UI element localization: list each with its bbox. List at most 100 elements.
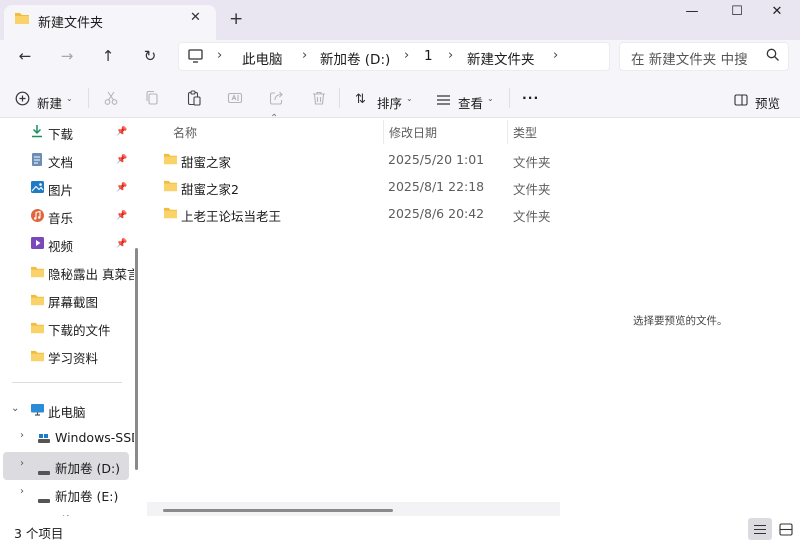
back-button[interactable]: ← bbox=[13, 47, 37, 67]
close-tab-icon[interactable]: ✕ bbox=[190, 10, 201, 25]
sidebar-item-windows-ssd[interactable]: › Windows-SSD bbox=[0, 424, 134, 452]
sidebar-item-label: 下载的文件 bbox=[48, 323, 111, 338]
paste-icon[interactable] bbox=[186, 90, 202, 109]
search-icon[interactable] bbox=[766, 48, 780, 65]
divider bbox=[509, 88, 510, 108]
sidebar-item-label: 图片 bbox=[48, 183, 74, 198]
pin-icon: 📌 bbox=[116, 183, 128, 193]
chevron-right-icon[interactable]: › bbox=[20, 430, 24, 441]
column-header-name[interactable]: 名称 bbox=[173, 124, 197, 141]
breadcrumb-separator[interactable]: › bbox=[553, 48, 558, 63]
more-button[interactable]: ··· bbox=[522, 90, 539, 105]
new-icon bbox=[15, 91, 30, 109]
close-window-button[interactable]: ✕ bbox=[765, 4, 789, 24]
chevron-down-icon[interactable]: ⌄ bbox=[406, 94, 413, 103]
preview-message: 选择要预览的文件。 bbox=[633, 315, 728, 327]
table-row[interactable]: 甜蜜之家 2025/5/20 1:01 文件夹 bbox=[150, 146, 560, 172]
sidebar-item-documents[interactable]: 文档 📌 bbox=[8, 146, 134, 174]
search-input[interactable]: 在 新建文件夹 中搜 bbox=[631, 48, 748, 68]
view-icon bbox=[436, 94, 451, 109]
sidebar-item-this-pc[interactable]: ⌄ 此电脑 bbox=[0, 396, 134, 424]
status-bar bbox=[0, 516, 800, 543]
file-name: 甜蜜之家 bbox=[181, 155, 232, 170]
sidebar-item-music[interactable]: 音乐 📌 bbox=[8, 202, 134, 230]
file-type: 文件夹 bbox=[513, 155, 551, 170]
pin-icon: 📌 bbox=[116, 127, 128, 137]
breadcrumb-this-pc[interactable]: 此电脑 bbox=[242, 48, 283, 68]
chevron-right-icon[interactable]: › bbox=[20, 458, 24, 469]
breadcrumb-separator: › bbox=[404, 48, 410, 63]
sidebar-item-study[interactable]: 学习资料 bbox=[8, 342, 134, 370]
sidebar-item-drive-e[interactable]: › 新加卷 (E:) bbox=[0, 480, 134, 508]
sidebar-item-pictures[interactable]: 图片 📌 bbox=[8, 174, 134, 202]
drive-icon bbox=[37, 432, 51, 447]
table-row[interactable]: 上老王论坛当老王 2025/8/6 20:42 文件夹 bbox=[150, 200, 560, 226]
minimize-button[interactable]: — bbox=[680, 4, 704, 24]
new-tab-button[interactable]: + bbox=[229, 9, 243, 29]
refresh-button[interactable]: ↻ bbox=[138, 47, 162, 67]
sidebar-item-downloaded-files[interactable]: 下载的文件 bbox=[8, 314, 134, 342]
column-header-date[interactable]: 修改日期 bbox=[389, 124, 437, 141]
video-icon bbox=[30, 236, 45, 253]
rename-icon[interactable] bbox=[227, 90, 243, 109]
forward-button[interactable]: → bbox=[55, 47, 79, 67]
picture-icon bbox=[30, 180, 45, 197]
music-icon bbox=[30, 208, 45, 226]
sidebar-item-label: 音乐 bbox=[48, 211, 74, 226]
share-icon[interactable] bbox=[269, 90, 285, 109]
breadcrumb-current[interactable]: 新建文件夹 bbox=[467, 48, 535, 68]
tiles-view-button[interactable] bbox=[774, 518, 798, 540]
sidebar-item-label: Windows-SSD bbox=[55, 430, 134, 445]
file-name: 上老王论坛当老王 bbox=[181, 209, 282, 224]
file-date: 2025/8/6 20:42 bbox=[388, 206, 485, 221]
sidebar-item-label: 文档 bbox=[48, 155, 74, 170]
maximize-button[interactable]: ☐ bbox=[725, 4, 749, 24]
document-icon bbox=[30, 152, 44, 170]
chevron-down-icon[interactable]: ⌄ bbox=[11, 403, 19, 414]
pin-icon: 📌 bbox=[116, 211, 128, 221]
chevron-down-icon[interactable]: ⌄ bbox=[487, 94, 494, 103]
sort-button[interactable]: 排序 bbox=[377, 93, 402, 112]
sidebar-item-network[interactable]: 网络 bbox=[0, 508, 134, 516]
column-divider[interactable] bbox=[383, 120, 384, 144]
tab-current[interactable] bbox=[4, 5, 216, 40]
folder-icon bbox=[14, 11, 30, 28]
sidebar-item-label: 屏幕截图 bbox=[48, 295, 99, 310]
breadcrumb-separator: › bbox=[302, 48, 308, 63]
chevron-down-icon[interactable]: ⌄ bbox=[66, 94, 73, 103]
copy-icon[interactable] bbox=[144, 90, 160, 109]
sidebar-scrollbar[interactable] bbox=[135, 248, 138, 470]
column-divider[interactable] bbox=[507, 120, 508, 144]
up-button[interactable]: ↑ bbox=[96, 47, 120, 67]
chevron-right-icon[interactable]: › bbox=[20, 486, 24, 497]
delete-icon[interactable] bbox=[311, 90, 327, 109]
folder-icon bbox=[163, 206, 178, 222]
monitor-icon bbox=[30, 403, 45, 419]
sidebar-item-downloads[interactable]: 下载 📌 bbox=[8, 118, 134, 146]
divider bbox=[88, 88, 89, 108]
breadcrumb-folder-1[interactable]: 1 bbox=[424, 48, 433, 64]
sidebar-item-drive-d[interactable]: › 新加卷 (D:) bbox=[3, 452, 129, 480]
view-button[interactable]: 查看 bbox=[458, 93, 483, 112]
horizontal-scrollbar[interactable] bbox=[163, 509, 393, 512]
monitor-icon bbox=[188, 49, 203, 66]
pin-icon: 📌 bbox=[116, 155, 128, 165]
table-row[interactable]: 甜蜜之家2 2025/8/1 22:18 文件夹 bbox=[150, 173, 560, 199]
sidebar-item-label: 视频 bbox=[48, 239, 74, 254]
file-date: 2025/8/1 22:18 bbox=[388, 179, 485, 194]
details-view-icon bbox=[753, 524, 767, 538]
sidebar-item-folder[interactable]: 隐秘露出 真菜言 bbox=[8, 258, 134, 286]
breadcrumb-drive-d[interactable]: 新加卷 (D:) bbox=[320, 48, 390, 68]
sidebar-item-label: 新加卷 (D:) bbox=[55, 461, 121, 476]
sidebar-item-screenshots[interactable]: 屏幕截图 bbox=[8, 286, 134, 314]
sidebar-item-label: 此电脑 bbox=[48, 405, 86, 420]
details-view-button[interactable] bbox=[748, 518, 772, 540]
folder-icon bbox=[30, 321, 45, 337]
preview-button[interactable]: 预览 bbox=[755, 93, 780, 112]
column-header-type[interactable]: 类型 bbox=[513, 124, 537, 141]
item-count: 3 个项目 bbox=[14, 526, 64, 541]
sidebar-item-videos[interactable]: 视频 📌 bbox=[8, 230, 134, 258]
cut-icon[interactable] bbox=[103, 90, 119, 109]
file-type: 文件夹 bbox=[513, 209, 551, 224]
new-button[interactable]: 新建 bbox=[37, 93, 62, 112]
